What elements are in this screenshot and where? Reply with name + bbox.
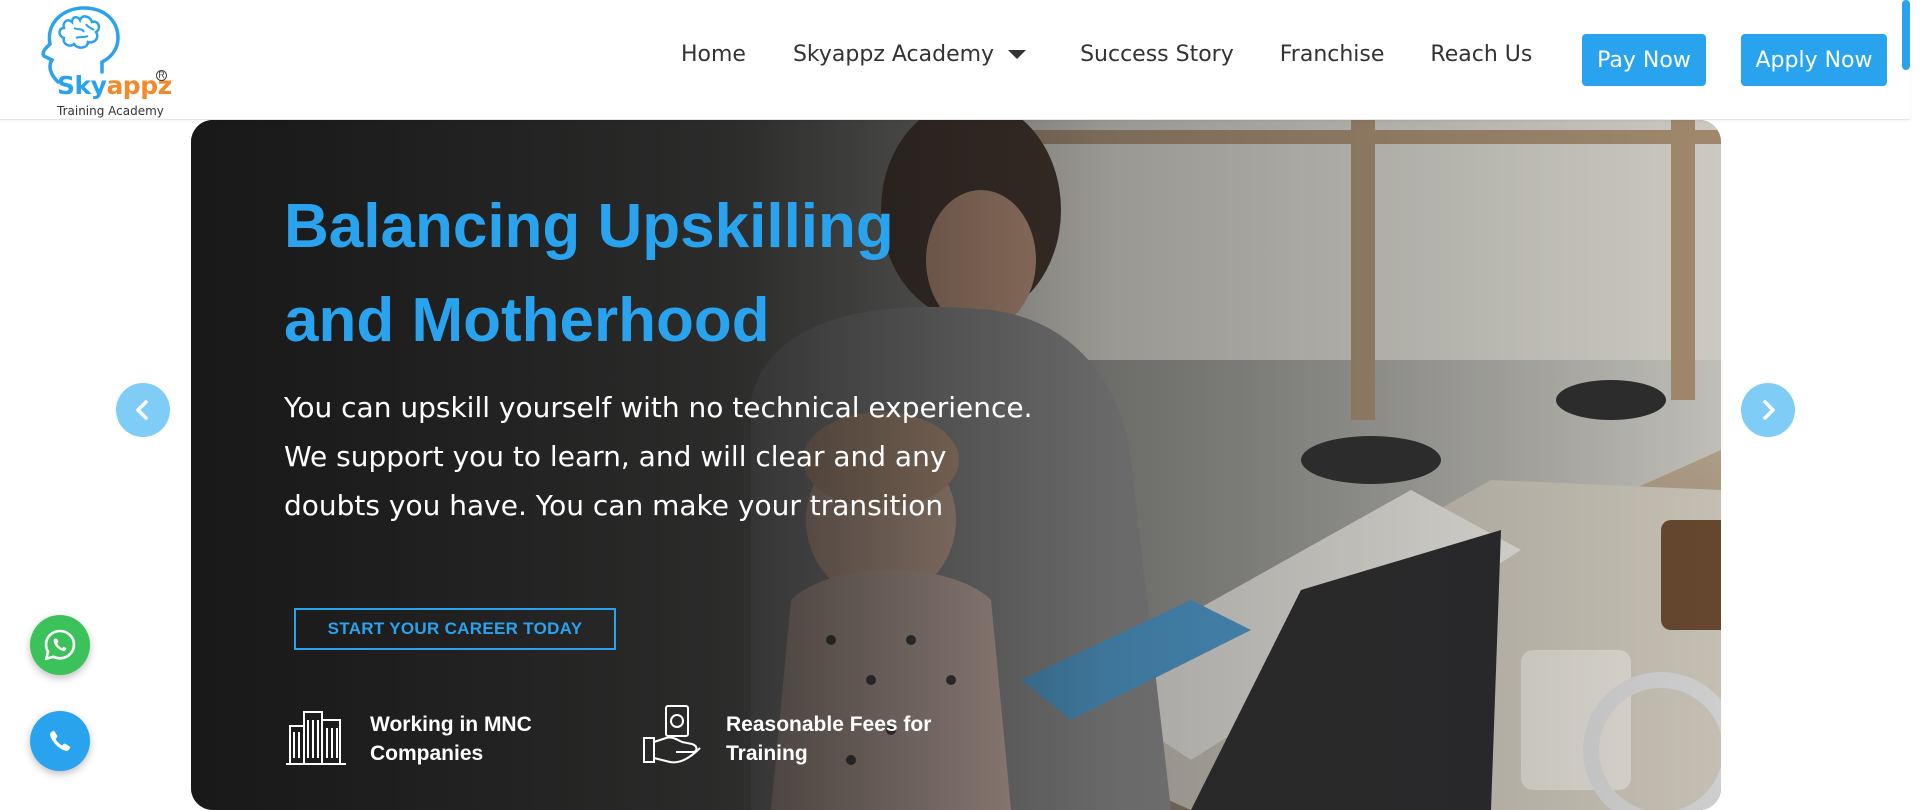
call-button[interactable] <box>30 711 90 771</box>
pay-now-button[interactable]: Pay Now <box>1582 34 1706 86</box>
feature-mnc: Working in MNC Companies <box>284 702 532 768</box>
feature-mnc-text: Working in MNC Companies <box>370 713 532 765</box>
nav-reach-us[interactable]: Reach Us <box>1430 42 1532 67</box>
phone-icon <box>50 730 71 751</box>
brand-tagline: Training Academy <box>57 104 164 118</box>
buildings-icon <box>286 711 346 765</box>
carousel-next-button[interactable] <box>1741 383 1795 437</box>
whatsapp-button[interactable] <box>30 615 90 675</box>
apply-now-button[interactable]: Apply Now <box>1741 34 1887 86</box>
main-nav: Home Skyappz Academy Success Story Franc… <box>681 42 1532 67</box>
nav-skyappz-academy-label: Skyappz Academy <box>792 42 995 67</box>
nav-skyappz-academy[interactable]: Skyappz Academy <box>792 42 1027 67</box>
hero-title: Balancing Upskilling and Motherhood <box>284 180 1084 368</box>
logo[interactable]: Skyappz R Training Academy <box>28 4 178 118</box>
nav-success-story[interactable]: Success Story <box>1080 42 1234 67</box>
hero-title-line-2: and Motherhood <box>284 286 770 355</box>
start-career-button[interactable]: START YOUR CAREER TODAY <box>294 608 616 650</box>
whatsapp-icon <box>44 629 76 661</box>
hero-description: You can upskill yourself with no technic… <box>284 391 1033 522</box>
hero-slide: Balancing Upskilling and Motherhood You … <box>191 120 1721 810</box>
carousel-prev-button[interactable] <box>116 383 170 437</box>
site-header: Skyappz R Training Academy Home Skyappz … <box>0 0 1910 120</box>
feature-fees-text: Reasonable Fees for Training <box>726 713 932 765</box>
hero-title-line-1: Balancing Upskilling <box>284 192 894 261</box>
registered-mark: R <box>156 70 167 81</box>
nav-franchise[interactable]: Franchise <box>1280 42 1385 67</box>
nav-home[interactable]: Home <box>681 42 746 67</box>
brand-wordmark: Skyappz <box>57 71 172 100</box>
money-hand-icon <box>643 705 701 764</box>
scroll-indicator[interactable] <box>1902 0 1910 70</box>
chevron-left-icon <box>136 400 148 420</box>
chevron-down-icon <box>1008 50 1027 59</box>
feature-fees: Reasonable Fees for Training <box>640 702 931 768</box>
chevron-right-icon <box>1763 400 1775 420</box>
